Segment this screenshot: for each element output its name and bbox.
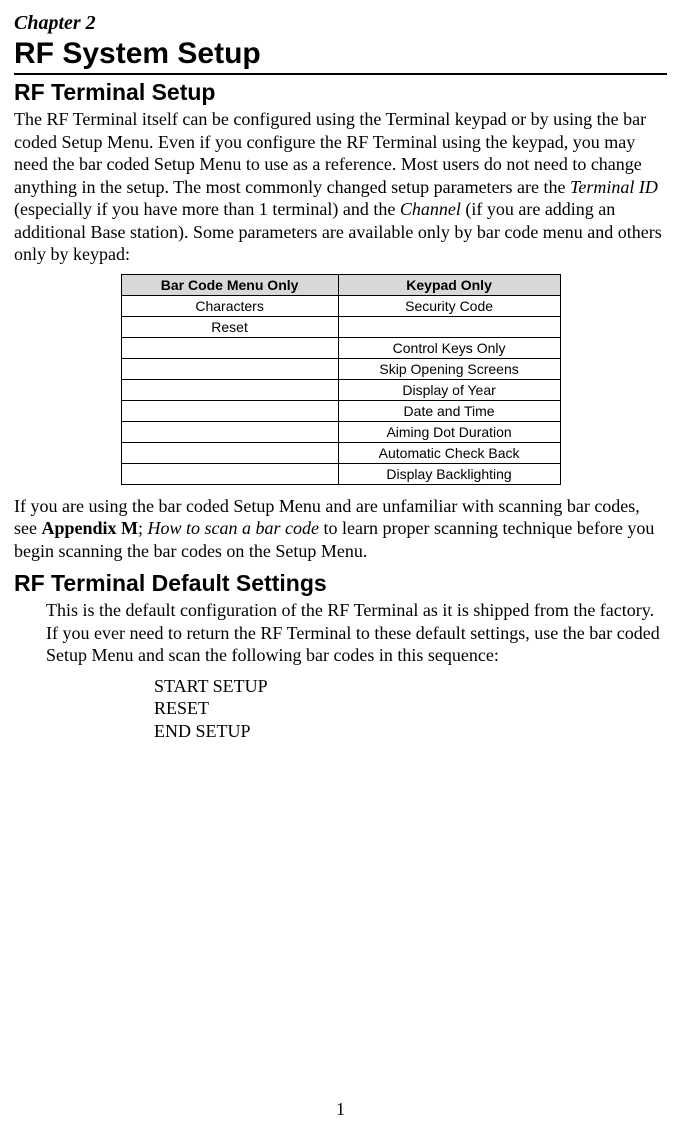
after-table-em: How to scan a bar code <box>148 518 319 538</box>
table-cell <box>121 379 338 400</box>
intro-paragraph: The RF Terminal itself can be configured… <box>14 108 667 266</box>
barcode-sequence: START SETUP RESET END SETUP <box>14 675 667 743</box>
table-cell <box>121 463 338 484</box>
sequence-line: END SETUP <box>154 720 667 743</box>
appendix-ref: Appendix M <box>41 518 138 538</box>
table-cell: Reset <box>121 316 338 337</box>
intro-text-a: The RF Terminal itself can be configured… <box>14 109 646 197</box>
page-number: 1 <box>0 1099 681 1120</box>
table-cell <box>121 421 338 442</box>
table-row: Aiming Dot Duration <box>121 421 560 442</box>
table-cell <box>121 358 338 379</box>
intro-text-b: (especially if you have more than 1 term… <box>14 199 400 219</box>
config-table-wrap: Bar Code Menu Only Keypad Only Character… <box>14 274 667 485</box>
intro-em-channel: Channel <box>400 199 461 219</box>
table-header-keypad: Keypad Only <box>338 274 560 295</box>
table-cell: Security Code <box>338 295 560 316</box>
table-row: Display Backlighting <box>121 463 560 484</box>
table-row: Characters Security Code <box>121 295 560 316</box>
table-header-row: Bar Code Menu Only Keypad Only <box>121 274 560 295</box>
chapter-label: Chapter 2 <box>14 12 667 35</box>
intro-em-terminal-id: Terminal ID <box>570 177 658 197</box>
page: Chapter 2 RF System Setup RF Terminal Se… <box>0 0 681 1138</box>
table-cell <box>121 442 338 463</box>
table-cell: Skip Opening Screens <box>338 358 560 379</box>
table-row: Automatic Check Back <box>121 442 560 463</box>
table-cell: Characters <box>121 295 338 316</box>
table-cell <box>121 337 338 358</box>
table-cell: Display of Year <box>338 379 560 400</box>
page-title: RF System Setup <box>14 37 667 75</box>
table-row: Skip Opening Screens <box>121 358 560 379</box>
table-cell: Date and Time <box>338 400 560 421</box>
table-cell: Control Keys Only <box>338 337 560 358</box>
table-row: Date and Time <box>121 400 560 421</box>
section-heading-default-settings: RF Terminal Default Settings <box>14 570 667 597</box>
table-cell: Aiming Dot Duration <box>338 421 560 442</box>
table-row: Display of Year <box>121 379 560 400</box>
table-cell: Automatic Check Back <box>338 442 560 463</box>
sequence-line: RESET <box>154 697 667 720</box>
table-row: Reset <box>121 316 560 337</box>
after-table-paragraph: If you are using the bar coded Setup Men… <box>14 495 667 563</box>
table-header-barcode: Bar Code Menu Only <box>121 274 338 295</box>
sequence-line: START SETUP <box>154 675 667 698</box>
table-cell <box>338 316 560 337</box>
table-row: Control Keys Only <box>121 337 560 358</box>
table-cell: Display Backlighting <box>338 463 560 484</box>
after-table-text-b: ; <box>138 518 148 538</box>
config-table: Bar Code Menu Only Keypad Only Character… <box>121 274 561 485</box>
defaults-paragraph: This is the default configuration of the… <box>14 599 667 667</box>
table-cell <box>121 400 338 421</box>
section-heading-terminal-setup: RF Terminal Setup <box>14 79 667 106</box>
